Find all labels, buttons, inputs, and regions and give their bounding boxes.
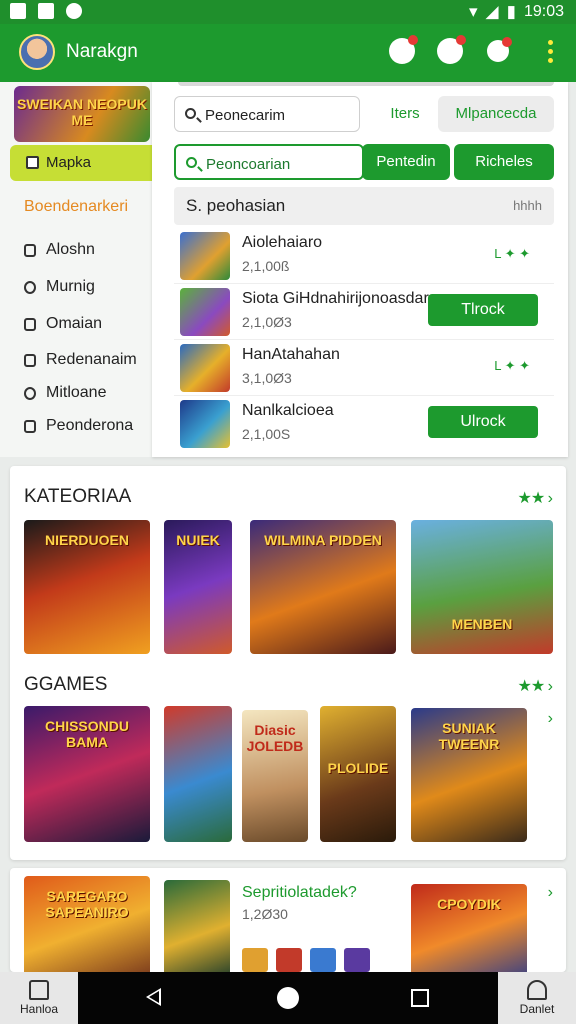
divider <box>178 82 554 86</box>
unlock-button[interactable]: Ulrock <box>428 406 538 438</box>
mini-thumbnail[interactable] <box>344 948 370 972</box>
recents-icon[interactable] <box>411 989 429 1007</box>
game-tile[interactable]: CHISSONDU BAMA <box>24 706 150 842</box>
game-tile[interactable]: SAREGARO SAPEANIRO <box>24 876 150 972</box>
featured-count: 1,2Ø30 <box>242 906 288 922</box>
mini-thumbnail[interactable] <box>242 948 268 972</box>
status-bar: ▾ ◢ ▮ 19:03 <box>0 0 576 24</box>
notification-bell-icon[interactable] <box>389 35 418 64</box>
rating-stars: L ✦ ✦ <box>494 246 530 261</box>
results-header: S. peohasian hhhh <box>174 187 554 225</box>
sidebar-item[interactable]: Redenanaim <box>24 351 137 369</box>
sidebar-item[interactable]: Omaian <box>24 315 102 333</box>
sidebar-item[interactable]: Aloshn <box>24 241 95 259</box>
list-item[interactable]: Siota GiHdnahirijonoasdar 2,1,0Ø3 Tlrock <box>174 284 554 340</box>
profile-icon <box>527 980 547 1000</box>
mini-thumbnail[interactable] <box>276 948 302 972</box>
search-input[interactable]: Peoncoarian <box>174 144 364 180</box>
circle-icon <box>24 280 36 294</box>
battery-icon: ▮ <box>506 2 516 21</box>
back-icon[interactable] <box>146 988 161 1006</box>
search-icon <box>185 108 196 119</box>
catalog-card: KATEORIAA ★★ › NIERDUOEN NUIEK WILMINA P… <box>10 466 566 860</box>
sidebar-item-active[interactable]: Mapka <box>10 145 152 181</box>
game-thumbnail <box>180 344 230 392</box>
document-icon <box>24 419 36 433</box>
sidebar-item[interactable]: Mitloane <box>24 384 106 402</box>
game-thumbnail <box>180 232 230 280</box>
search-panel: Peonecarim Iters Mlpancecda Peoncoarian … <box>152 82 568 457</box>
sidebar-item[interactable]: Murnig <box>24 278 95 296</box>
game-tile[interactable] <box>164 706 232 842</box>
sidebar-item-label: Mapka <box>46 154 92 171</box>
filter-chip[interactable]: Iters <box>360 96 450 132</box>
search-icon <box>186 157 197 168</box>
game-tile[interactable]: CPOYDIK <box>411 884 527 972</box>
friends-icon[interactable] <box>437 35 466 64</box>
wifi-icon: ▾ <box>468 2 478 21</box>
clock: 19:03 <box>523 3 564 20</box>
rating-stars: L ✦ ✦ <box>494 358 530 373</box>
search-input[interactable]: Peonecarim <box>174 96 360 132</box>
profile-icon[interactable] <box>487 37 512 62</box>
avatar[interactable] <box>19 34 55 70</box>
featured-title: Sepritiolatadek? <box>242 884 357 901</box>
lock-icon <box>24 317 36 331</box>
mini-thumbnail[interactable] <box>310 948 336 972</box>
app-bar: Narakgn <box>0 24 576 82</box>
filter-button[interactable]: Pentedin <box>362 144 450 180</box>
home-icon <box>29 980 49 1000</box>
settings-icon <box>66 3 82 19</box>
filter-chip[interactable]: Mlpancecda <box>438 96 554 132</box>
signal-icon: ◢ <box>485 2 499 21</box>
folder-icon <box>24 353 36 367</box>
list-item[interactable]: Aiolehaiaro 2,1,00ß L ✦ ✦ <box>174 228 554 284</box>
chevron-right-icon[interactable]: › <box>548 884 553 902</box>
game-thumbnail <box>180 400 230 448</box>
sidebar-item[interactable]: Peonderona <box>24 417 133 435</box>
see-more-arrow-icon[interactable]: ★★ › <box>518 676 553 696</box>
unlock-button[interactable]: Tlrock <box>428 294 538 326</box>
list-item[interactable]: HanAtahahan 3,1,0Ø3 L ✦ ✦ <box>174 340 554 396</box>
category-tile[interactable]: NUIEK <box>164 520 232 654</box>
chevron-right-icon[interactable]: › <box>548 710 553 728</box>
bottom-navigation: Hanloa Danlet <box>0 972 576 1024</box>
app-title: Narakgn <box>66 41 138 62</box>
sidebar-section-title: Boendenarkeri <box>24 198 129 215</box>
home-icon <box>24 243 36 257</box>
game-tile[interactable]: SUNIAK TWEENR <box>411 708 527 842</box>
home-button-icon[interactable] <box>277 987 299 1009</box>
section-title: GGAMES <box>24 674 108 695</box>
see-more-arrow-icon[interactable]: ★★ › <box>518 488 553 508</box>
category-tile[interactable]: WILMINA PIDDEN <box>250 520 396 654</box>
settings-icon <box>24 386 36 400</box>
category-tile[interactable]: MENBEN <box>411 520 553 654</box>
filter-button[interactable]: Richeles <box>454 144 554 180</box>
notification-icon <box>38 3 54 19</box>
game-tile[interactable] <box>164 880 230 972</box>
list-item[interactable]: Nanlkalcioea 2,1,00S Ulrock <box>174 396 554 452</box>
game-tile[interactable]: Diasic JOLEDB <box>242 710 308 842</box>
sidebar: SWEIKAN NEOPUK ME Mapka Boendenarkeri Al… <box>0 82 152 457</box>
game-tile[interactable]: PLOLIDE <box>320 706 396 842</box>
featured-card: SAREGARO SAPEANIRO Sepritiolatadek? 1,2Ø… <box>10 868 566 972</box>
sidebar-banner[interactable]: SWEIKAN NEOPUK ME <box>14 86 150 142</box>
nav-profile[interactable]: Danlet <box>498 972 576 1024</box>
category-tile[interactable]: NIERDUOEN <box>24 520 150 654</box>
game-thumbnail <box>180 288 230 336</box>
notification-icon <box>10 3 26 19</box>
more-link[interactable]: hhhh <box>513 198 542 213</box>
more-options-icon[interactable] <box>548 40 554 63</box>
edit-icon <box>26 156 39 169</box>
section-title: KATEORIAA <box>24 486 132 507</box>
nav-home[interactable]: Hanloa <box>0 972 78 1024</box>
